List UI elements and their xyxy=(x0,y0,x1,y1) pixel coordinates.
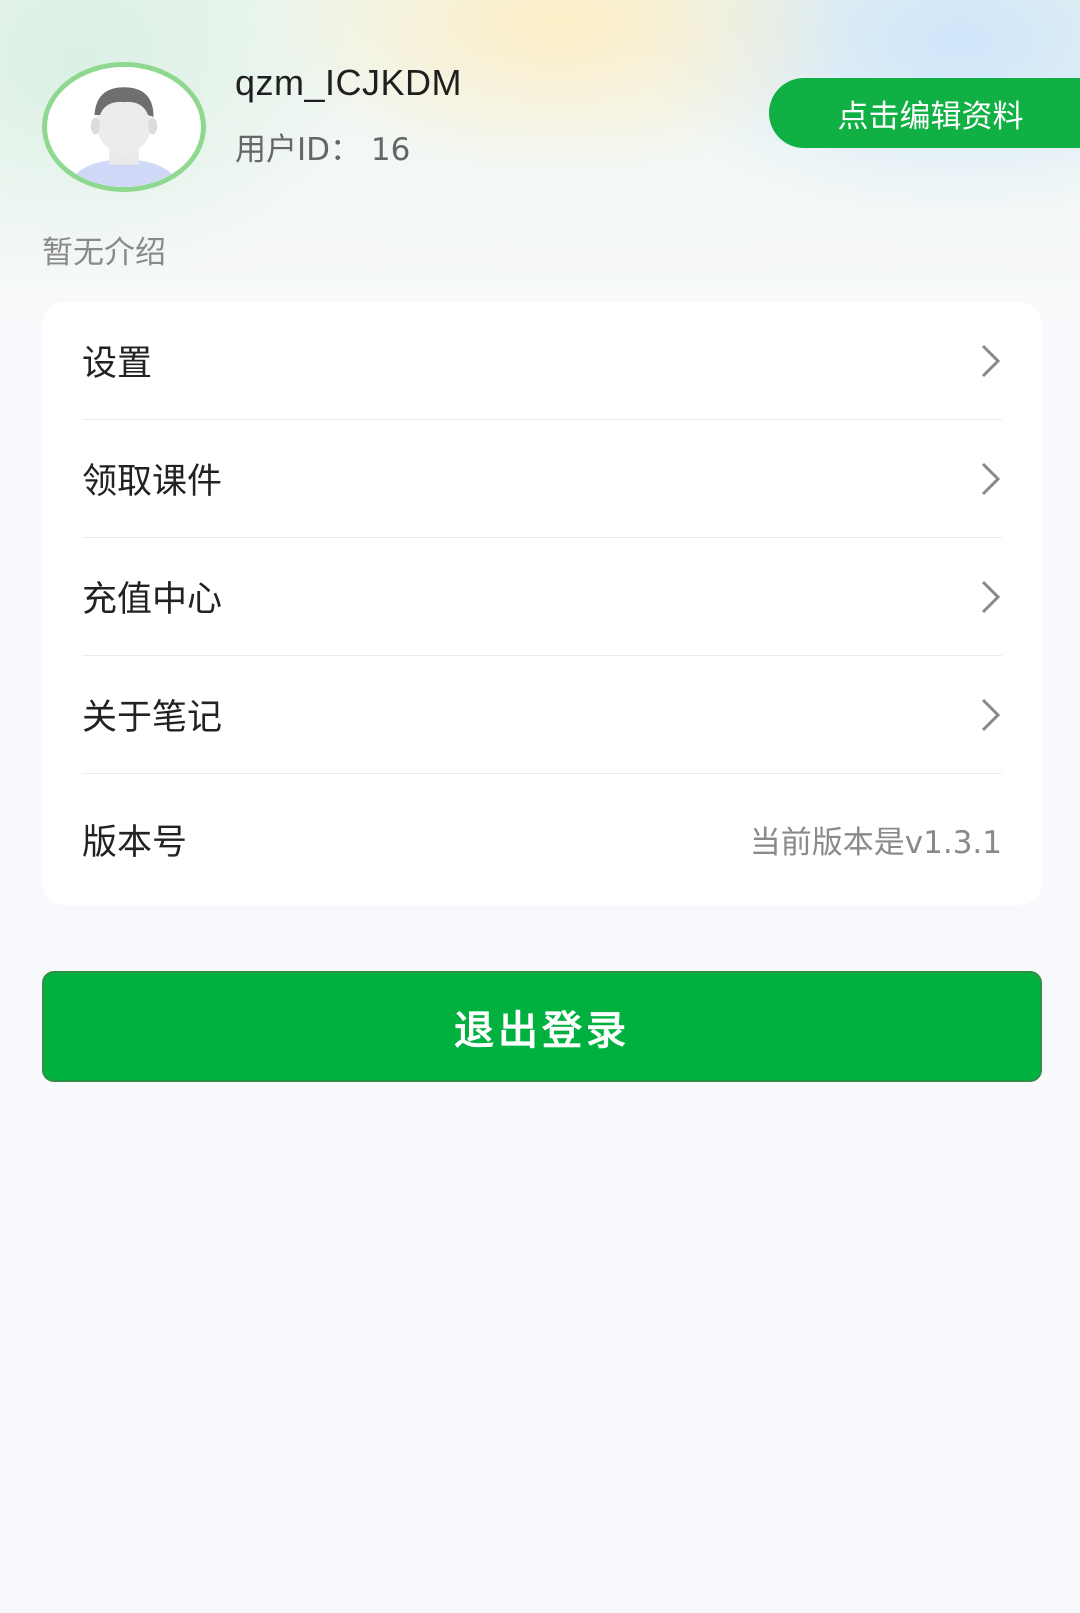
edit-profile-button[interactable]: 点击编辑资料 xyxy=(769,78,1080,148)
menu-item-label: 设置 xyxy=(82,344,153,384)
menu-item-version: 版本号 当前版本是v1.3.1 xyxy=(82,774,1002,905)
chevron-right-icon xyxy=(981,344,1001,377)
menu-item-settings[interactable]: 设置 xyxy=(82,302,1002,420)
chevron-right-icon xyxy=(981,462,1001,495)
menu-item-recharge[interactable]: 充值中心 xyxy=(82,538,1002,656)
menu-item-label: 关于笔记 xyxy=(82,698,223,738)
default-avatar-icon xyxy=(48,67,200,187)
menu-item-about[interactable]: 关于笔记 xyxy=(82,656,1002,774)
menu-card: 设置 领取课件 充值中心 关于笔记 版本号 当前版本是v1.3.1 xyxy=(42,302,1042,905)
profile-intro: 暂无介绍 xyxy=(42,235,166,271)
logout-button[interactable]: 退出登录 xyxy=(42,971,1042,1082)
version-label: 版本号 xyxy=(82,823,188,863)
version-value: 当前版本是v1.3.1 xyxy=(749,825,1002,861)
chevron-right-icon xyxy=(981,580,1001,613)
menu-item-courseware[interactable]: 领取课件 xyxy=(82,420,1002,538)
avatar[interactable] xyxy=(42,62,206,192)
user-id: 用户ID： 16 xyxy=(235,132,411,168)
chevron-right-icon xyxy=(981,698,1001,731)
menu-item-label: 领取课件 xyxy=(82,462,223,502)
username: qzm_ICJKDM xyxy=(235,62,463,103)
menu-item-label: 充值中心 xyxy=(82,580,223,620)
